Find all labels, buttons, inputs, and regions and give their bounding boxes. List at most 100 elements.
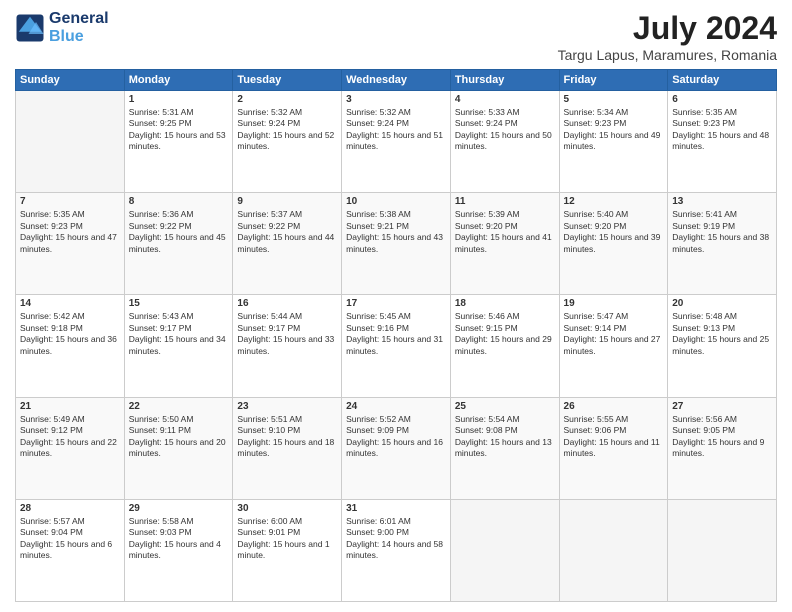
cell-info: Sunrise: 5:51 AM Sunset: 9:10 PM Dayligh… <box>237 414 337 460</box>
cell-info: Sunrise: 5:58 AM Sunset: 9:03 PM Dayligh… <box>129 516 229 562</box>
cell-info: Sunrise: 5:52 AM Sunset: 9:09 PM Dayligh… <box>346 414 446 460</box>
cell-info: Sunrise: 5:49 AM Sunset: 9:12 PM Dayligh… <box>20 414 120 460</box>
day-number: 1 <box>129 94 229 105</box>
calendar-cell <box>668 499 777 601</box>
calendar-week-row: 14 Sunrise: 5:42 AM Sunset: 9:18 PM Dayli… <box>16 295 777 397</box>
calendar-cell: 25 Sunrise: 5:54 AM Sunset: 9:08 PM Dayli… <box>450 397 559 499</box>
day-number: 19 <box>564 298 664 309</box>
calendar-cell: 31 Sunrise: 6:01 AM Sunset: 9:00 PM Dayli… <box>342 499 451 601</box>
calendar-cell: 9 Sunrise: 5:37 AM Sunset: 9:22 PM Daylig… <box>233 193 342 295</box>
calendar-cell: 29 Sunrise: 5:58 AM Sunset: 9:03 PM Dayli… <box>124 499 233 601</box>
cell-info: Sunrise: 5:56 AM Sunset: 9:05 PM Dayligh… <box>672 414 772 460</box>
page: General Blue July 2024 Targu Lapus, Mara… <box>0 0 792 612</box>
calendar-cell: 4 Sunrise: 5:33 AM Sunset: 9:24 PM Daylig… <box>450 91 559 193</box>
calendar-cell: 27 Sunrise: 5:56 AM Sunset: 9:05 PM Dayli… <box>668 397 777 499</box>
day-number: 5 <box>564 94 664 105</box>
weekday-header: Wednesday <box>342 70 451 91</box>
cell-info: Sunrise: 5:42 AM Sunset: 9:18 PM Dayligh… <box>20 311 120 357</box>
cell-info: Sunrise: 5:33 AM Sunset: 9:24 PM Dayligh… <box>455 107 555 153</box>
cell-info: Sunrise: 5:32 AM Sunset: 9:24 PM Dayligh… <box>237 107 337 153</box>
calendar-cell: 20 Sunrise: 5:48 AM Sunset: 9:13 PM Dayli… <box>668 295 777 397</box>
calendar-cell: 15 Sunrise: 5:43 AM Sunset: 9:17 PM Dayli… <box>124 295 233 397</box>
cell-info: Sunrise: 5:35 AM Sunset: 9:23 PM Dayligh… <box>672 107 772 153</box>
cell-info: Sunrise: 5:43 AM Sunset: 9:17 PM Dayligh… <box>129 311 229 357</box>
calendar-cell: 7 Sunrise: 5:35 AM Sunset: 9:23 PM Daylig… <box>16 193 125 295</box>
day-number: 23 <box>237 401 337 412</box>
calendar-cell: 3Sunrise: 5:32 AM Sunset: 9:24 PM Daylig… <box>342 91 451 193</box>
cell-info: Sunrise: 5:39 AM Sunset: 9:20 PM Dayligh… <box>455 209 555 255</box>
cell-info: Sunrise: 6:01 AM Sunset: 9:00 PM Dayligh… <box>346 516 446 562</box>
logo-line1: General <box>49 10 109 28</box>
weekday-header: Monday <box>124 70 233 91</box>
calendar-cell: 19Sunrise: 5:47 AM Sunset: 9:14 PM Dayli… <box>559 295 668 397</box>
cell-info: Sunrise: 5:54 AM Sunset: 9:08 PM Dayligh… <box>455 414 555 460</box>
calendar-cell: 2 Sunrise: 5:32 AM Sunset: 9:24 PM Daylig… <box>233 91 342 193</box>
logo-line2: Blue <box>49 28 109 46</box>
calendar-cell: 13 Sunrise: 5:41 AM Sunset: 9:19 PM Dayli… <box>668 193 777 295</box>
day-number: 20 <box>672 298 772 309</box>
day-number: 31 <box>346 503 446 514</box>
calendar-cell: 5 Sunrise: 5:34 AM Sunset: 9:23 PM Daylig… <box>559 91 668 193</box>
day-number: 29 <box>129 503 229 514</box>
cell-info: Sunrise: 5:44 AM Sunset: 9:17 PM Dayligh… <box>237 311 337 357</box>
cell-info: Sunrise: 5:31 AM Sunset: 9:25 PM Dayligh… <box>129 107 229 153</box>
calendar-cell: 8 Sunrise: 5:36 AM Sunset: 9:22 PM Daylig… <box>124 193 233 295</box>
cell-info: Sunrise: 5:36 AM Sunset: 9:22 PM Dayligh… <box>129 209 229 255</box>
day-number: 16 <box>237 298 337 309</box>
calendar-cell: 21Sunrise: 5:49 AM Sunset: 9:12 PM Dayli… <box>16 397 125 499</box>
day-number: 14 <box>20 298 120 309</box>
day-number: 13 <box>672 196 772 207</box>
cell-info: Sunrise: 5:55 AM Sunset: 9:06 PM Dayligh… <box>564 414 664 460</box>
calendar-cell: 18 Sunrise: 5:46 AM Sunset: 9:15 PM Dayli… <box>450 295 559 397</box>
logo-icon <box>15 13 45 43</box>
calendar-week-row: 7 Sunrise: 5:35 AM Sunset: 9:23 PM Daylig… <box>16 193 777 295</box>
cell-info: Sunrise: 5:48 AM Sunset: 9:13 PM Dayligh… <box>672 311 772 357</box>
calendar-cell: 24Sunrise: 5:52 AM Sunset: 9:09 PM Dayli… <box>342 397 451 499</box>
cell-info: Sunrise: 6:00 AM Sunset: 9:01 PM Dayligh… <box>237 516 337 562</box>
cell-info: Sunrise: 5:38 AM Sunset: 9:21 PM Dayligh… <box>346 209 446 255</box>
cell-info: Sunrise: 5:37 AM Sunset: 9:22 PM Dayligh… <box>237 209 337 255</box>
cell-info: Sunrise: 5:50 AM Sunset: 9:11 PM Dayligh… <box>129 414 229 460</box>
calendar-cell: 14 Sunrise: 5:42 AM Sunset: 9:18 PM Dayli… <box>16 295 125 397</box>
day-number: 7 <box>20 196 120 207</box>
day-number: 15 <box>129 298 229 309</box>
day-number: 27 <box>672 401 772 412</box>
day-number: 4 <box>455 94 555 105</box>
cell-info: Sunrise: 5:35 AM Sunset: 9:23 PM Dayligh… <box>20 209 120 255</box>
day-number: 10 <box>346 196 446 207</box>
day-number: 25 <box>455 401 555 412</box>
calendar-cell: 17 Sunrise: 5:45 AM Sunset: 9:16 PM Dayli… <box>342 295 451 397</box>
cell-info: Sunrise: 5:32 AM Sunset: 9:24 PM Dayligh… <box>346 107 446 153</box>
calendar-header-row: SundayMondayTuesdayWednesdayThursdayFrid… <box>16 70 777 91</box>
calendar-cell: 16 Sunrise: 5:44 AM Sunset: 9:17 PM Dayli… <box>233 295 342 397</box>
day-number: 17 <box>346 298 446 309</box>
day-number: 22 <box>129 401 229 412</box>
day-number: 11 <box>455 196 555 207</box>
day-number: 8 <box>129 196 229 207</box>
calendar-cell: 26 Sunrise: 5:55 AM Sunset: 9:06 PM Dayli… <box>559 397 668 499</box>
cell-info: Sunrise: 5:45 AM Sunset: 9:16 PM Dayligh… <box>346 311 446 357</box>
calendar-cell: 30 Sunrise: 6:00 AM Sunset: 9:01 PM Dayli… <box>233 499 342 601</box>
day-number: 28 <box>20 503 120 514</box>
calendar-cell: 10 Sunrise: 5:38 AM Sunset: 9:21 PM Dayli… <box>342 193 451 295</box>
title-area: July 2024 Targu Lapus, Maramures, Romani… <box>558 10 777 63</box>
day-number: 9 <box>237 196 337 207</box>
calendar-week-row: 21Sunrise: 5:49 AM Sunset: 9:12 PM Dayli… <box>16 397 777 499</box>
calendar-cell: 11 Sunrise: 5:39 AM Sunset: 9:20 PM Dayli… <box>450 193 559 295</box>
day-number: 2 <box>237 94 337 105</box>
header: General Blue July 2024 Targu Lapus, Mara… <box>15 10 777 63</box>
calendar-cell <box>559 499 668 601</box>
day-number: 18 <box>455 298 555 309</box>
day-number: 30 <box>237 503 337 514</box>
cell-info: Sunrise: 5:57 AM Sunset: 9:04 PM Dayligh… <box>20 516 120 562</box>
calendar-week-row: 1 Sunrise: 5:31 AM Sunset: 9:25 PM Daylig… <box>16 91 777 193</box>
calendar-cell: 12Sunrise: 5:40 AM Sunset: 9:20 PM Dayli… <box>559 193 668 295</box>
cell-info: Sunrise: 5:41 AM Sunset: 9:19 PM Dayligh… <box>672 209 772 255</box>
day-number: 26 <box>564 401 664 412</box>
cell-info: Sunrise: 5:46 AM Sunset: 9:15 PM Dayligh… <box>455 311 555 357</box>
day-number: 6 <box>672 94 772 105</box>
calendar-cell: 22 Sunrise: 5:50 AM Sunset: 9:11 PM Dayli… <box>124 397 233 499</box>
cell-info: Sunrise: 5:34 AM Sunset: 9:23 PM Dayligh… <box>564 107 664 153</box>
month-title: July 2024 <box>558 10 777 47</box>
calendar-cell: 28 Sunrise: 5:57 AM Sunset: 9:04 PM Dayli… <box>16 499 125 601</box>
